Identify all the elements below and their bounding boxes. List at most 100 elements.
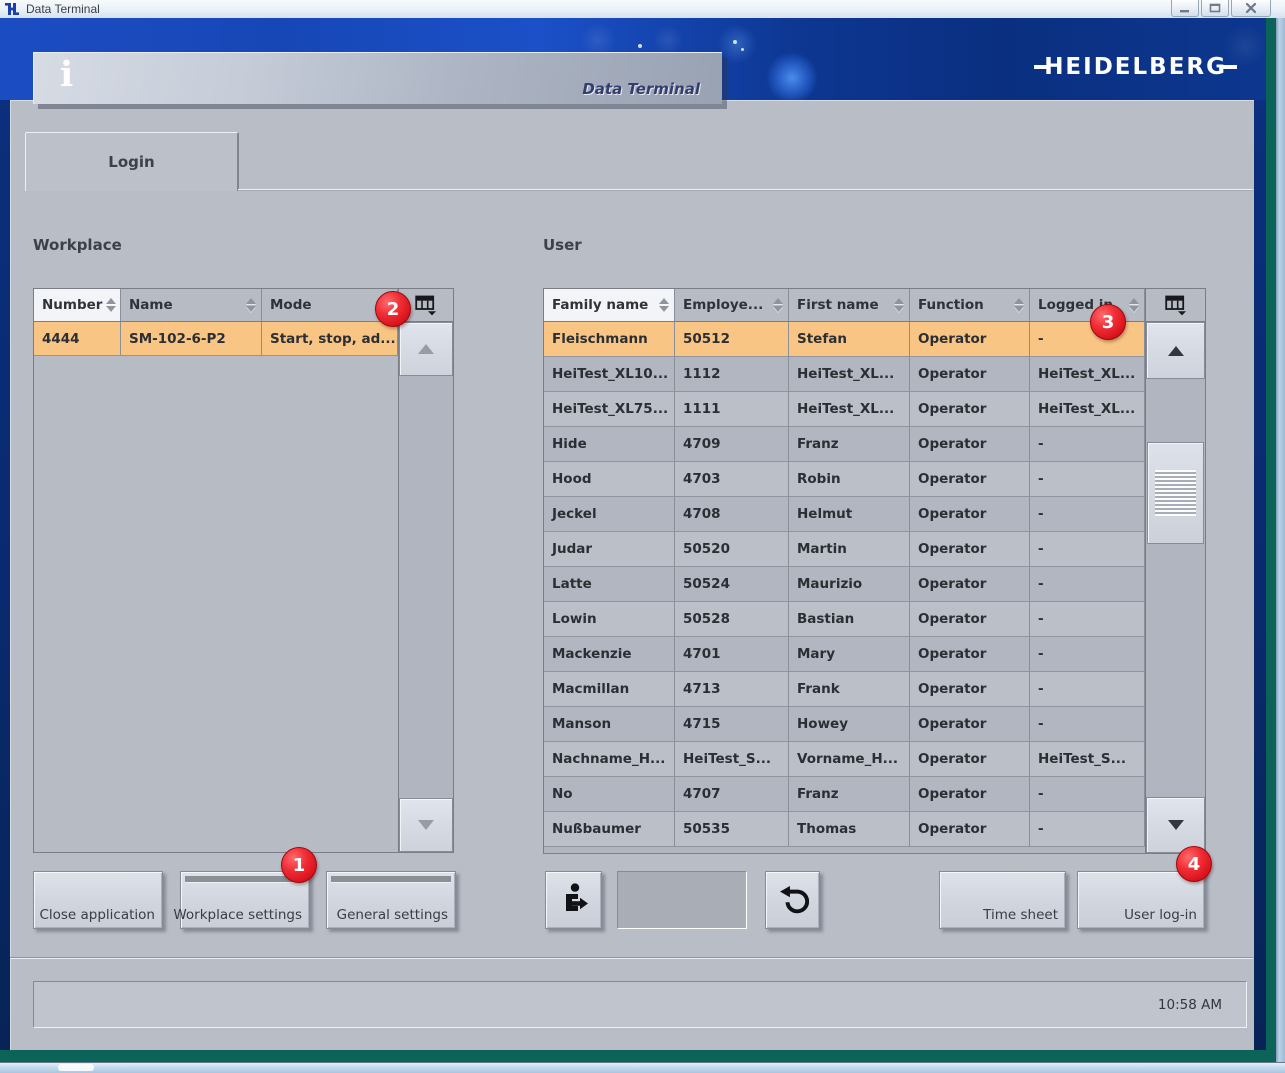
tab-strip-line-shadow — [238, 190, 1253, 191]
close-button[interactable] — [1231, 0, 1271, 17]
taskbar-item[interactable] — [58, 1064, 94, 1071]
decorative-sparkle — [733, 40, 737, 44]
tab-login[interactable]: Login — [25, 132, 239, 191]
column-chooser-button[interactable] — [1146, 289, 1205, 322]
close-application-button[interactable]: Close application — [33, 871, 163, 929]
table-cell: Lowin — [544, 602, 675, 636]
table-row[interactable]: Fleischmann50512StefanOperator- — [544, 322, 1145, 357]
scrollbar-track[interactable] — [1146, 379, 1205, 797]
column-header[interactable]: Number — [34, 289, 121, 321]
table-row[interactable]: No4707FranzOperator- — [544, 777, 1145, 812]
general-settings-label: General settings — [337, 907, 448, 923]
decorative-sparkle — [741, 48, 744, 51]
table-cell: 50520 — [675, 532, 789, 566]
sort-arrows-icon — [106, 298, 116, 312]
time-sheet-label: Time sheet — [983, 907, 1058, 923]
table-row[interactable]: 4444SM-102-6-P2Start, stop, ad... — [34, 322, 398, 356]
table-cell: 1112 — [675, 357, 789, 391]
maximize-button[interactable] — [1201, 0, 1229, 17]
table-row[interactable]: Lowin50528BastianOperator- — [544, 602, 1145, 637]
table-cell: Hide — [544, 427, 675, 461]
user-card-login-button[interactable] — [545, 871, 602, 929]
general-settings-button[interactable]: General settings — [326, 871, 456, 929]
table-cell: Start, stop, ad... — [262, 322, 398, 355]
login-input[interactable] — [617, 871, 747, 929]
table-cell: Thomas — [789, 812, 910, 846]
app-window: HEIDELBERG i Data Terminal Login Workpla… — [0, 18, 1285, 1062]
window-titlebar[interactable]: Data Terminal — [0, 0, 1285, 19]
table-cell: Judar — [544, 532, 675, 566]
table-cell: Bastian — [789, 602, 910, 636]
scroll-down-button[interactable] — [1146, 797, 1205, 853]
person-exit-icon — [559, 883, 589, 917]
table-row[interactable]: Nachname_H...HeiTest_S...Vorname_H...Ope… — [544, 742, 1145, 777]
table-row[interactable]: Latte50524MaurizioOperator- — [544, 567, 1145, 602]
table-cell: Operator — [910, 672, 1030, 706]
table-row[interactable]: Jeckel4708HelmutOperator- — [544, 497, 1145, 532]
table-cell: Vorname_H... — [789, 742, 910, 776]
table-cell: Operator — [910, 357, 1030, 391]
table-cell: - — [1030, 322, 1145, 356]
scroll-up-button[interactable] — [399, 322, 453, 376]
column-header[interactable]: First name — [789, 289, 910, 321]
table-row[interactable]: Hood4703RobinOperator- — [544, 462, 1145, 497]
time-sheet-button[interactable]: Time sheet — [939, 871, 1066, 929]
column-header[interactable]: Logged in — [1030, 289, 1145, 321]
table-cell: 50535 — [675, 812, 789, 846]
table-cell: Mackenzie — [544, 637, 675, 671]
user-table-body: Fleischmann50512StefanOperator-HeiTest_X… — [544, 322, 1145, 853]
table-row[interactable]: Hide4709FranzOperator- — [544, 427, 1145, 462]
table-cell: 50528 — [675, 602, 789, 636]
sort-arrows-icon — [894, 298, 904, 312]
workplace-table-data: NumberNameMode 4444SM-102-6-P2Start, sto… — [34, 289, 398, 852]
column-header[interactable]: Function — [910, 289, 1030, 321]
user-table-header: Family name Employe...First name Function L… — [544, 289, 1145, 322]
scroll-up-button[interactable] — [1146, 322, 1205, 379]
table-row[interactable]: Macmillan4713FrankOperator- — [544, 672, 1145, 707]
table-row[interactable]: HeiTest_XL75...1111HeiTest_XL...Operator… — [544, 392, 1145, 427]
minimize-button[interactable] — [1171, 0, 1199, 17]
table-row[interactable]: Judar50520MartinOperator- — [544, 532, 1145, 567]
table-cell: Operator — [910, 497, 1030, 531]
column-header[interactable]: Employe... — [675, 289, 789, 321]
window-controls — [1171, 0, 1271, 17]
table-row[interactable]: Nußbaumer50535ThomasOperator- — [544, 812, 1145, 847]
table-cell: Nachname_H... — [544, 742, 675, 776]
column-header[interactable]: Name — [121, 289, 262, 321]
table-cell: Franz — [789, 427, 910, 461]
table-columns-icon — [1165, 295, 1187, 316]
table-cell: Manson — [544, 707, 675, 741]
table-cell: Operator — [910, 812, 1030, 846]
table-row[interactable]: HeiTest_XL10...1112HeiTest_XL...Operator… — [544, 357, 1145, 392]
table-cell: HeiTest_XL75... — [544, 392, 675, 426]
table-cell: - — [1030, 532, 1145, 566]
workplace-table-empty-area — [34, 356, 398, 852]
taskbar[interactable] — [0, 1062, 1285, 1073]
sort-arrows-icon — [659, 298, 669, 312]
table-cell: Operator — [910, 567, 1030, 601]
column-header-label: Function — [918, 297, 984, 313]
user-table: Family name Employe...First name Function L… — [543, 288, 1206, 854]
table-cell: Helmut — [789, 497, 910, 531]
reset-button[interactable] — [765, 871, 820, 929]
column-header-label: Name — [129, 297, 173, 313]
undo-arrow-icon — [777, 885, 809, 915]
table-cell: Operator — [910, 777, 1030, 811]
table-row[interactable]: Mackenzie4701MaryOperator- — [544, 637, 1145, 672]
logo-wordmark: HEIDELBERG — [1044, 54, 1227, 80]
table-cell: Operator — [910, 392, 1030, 426]
column-header[interactable]: Family name — [544, 289, 675, 321]
scrollbar-thumb[interactable] — [1147, 442, 1204, 544]
screen: Data Terminal HEIDELBERG — [0, 0, 1285, 1073]
table-cell: Operator — [910, 602, 1030, 636]
table-cell: Martin — [789, 532, 910, 566]
workplace-table-header: NumberNameMode — [34, 289, 398, 322]
panel-divider-highlight — [10, 958, 1253, 959]
status-bar: 10:58 AM — [33, 981, 1247, 1028]
table-row[interactable]: Manson4715HoweyOperator- — [544, 707, 1145, 742]
column-header-label: Family name — [552, 297, 648, 313]
callout-badge-3: 3 — [1090, 304, 1126, 340]
table-cell: HeiTest_XL... — [1030, 357, 1145, 391]
scroll-down-button[interactable] — [399, 798, 453, 852]
callout-badge-4: 4 — [1176, 846, 1212, 882]
